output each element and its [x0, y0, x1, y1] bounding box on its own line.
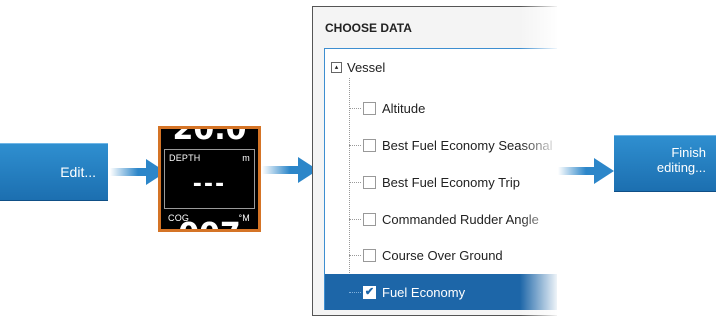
checkbox[interactable]	[363, 101, 376, 115]
gauge-top-value: 20.0	[172, 126, 247, 147]
tree-item-label: Course Over Ground	[382, 247, 503, 263]
checkbox-checked[interactable]: ✔	[363, 285, 376, 299]
checkbox[interactable]	[363, 175, 376, 189]
finish-button-line1: Finish	[671, 145, 706, 160]
instrument-gauge: 20.0 DEPTH m --- COG °M 007	[158, 126, 261, 232]
depth-unit: m	[242, 153, 250, 163]
depth-value: ---	[192, 172, 227, 197]
edit-button[interactable]: Edit...	[0, 143, 108, 201]
checkbox[interactable]	[363, 138, 376, 152]
finish-editing-button[interactable]: Finish editing...	[614, 135, 716, 192]
gauge-bottom-value: 007	[161, 217, 258, 229]
tree-item-label: Best Fuel Economy Trip	[382, 174, 520, 190]
depth-label: DEPTH	[169, 153, 201, 163]
panel-fade-overlay	[520, 6, 560, 318]
check-icon: ✔	[364, 285, 375, 298]
arrow-right-icon	[558, 158, 614, 184]
checkbox[interactable]	[363, 248, 376, 262]
tree-item-label: Fuel Economy	[382, 284, 466, 300]
tree-item-label: Commanded Rudder Angle	[382, 211, 539, 227]
depth-panel: DEPTH m ---	[164, 149, 255, 209]
tree-group-label: Vessel	[347, 60, 386, 75]
checkbox[interactable]	[363, 212, 376, 226]
dialog-title: CHOOSE DATA	[325, 21, 412, 35]
finish-button-line2: editing...	[656, 160, 706, 175]
tree-group-vessel[interactable]: ▴ Vessel	[331, 60, 385, 75]
edit-button-label: Edit...	[60, 164, 96, 180]
collapse-triangle-icon[interactable]: ▴	[331, 62, 342, 73]
tree-item-label: Altitude	[382, 100, 426, 116]
